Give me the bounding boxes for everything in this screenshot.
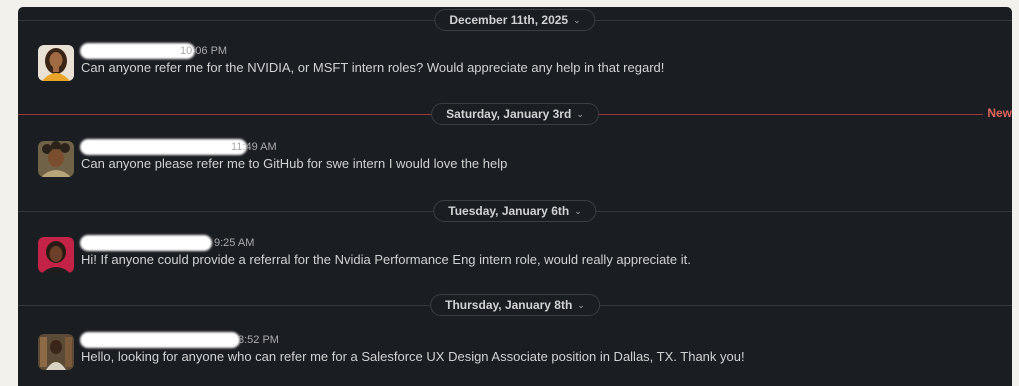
- date-divider: Thursday, January 8th ⌄: [18, 294, 1012, 316]
- message-item[interactable]: 9:25 AM Hi! If anyone could provide a re…: [38, 235, 1012, 277]
- avatar[interactable]: [38, 334, 74, 370]
- message-timestamp[interactable]: 3:52 PM: [238, 334, 279, 346]
- message-text: Hello, looking for anyone who can refer …: [81, 349, 745, 364]
- chevron-down-icon: ⌄: [576, 109, 584, 119]
- message-text: Hi! If anyone could provide a referral f…: [81, 252, 691, 267]
- chevron-down-icon: ⌄: [577, 300, 585, 310]
- avatar[interactable]: [38, 141, 74, 177]
- message-timestamp[interactable]: 9:25 AM: [214, 237, 254, 249]
- date-jump-button[interactable]: Saturday, January 3rd ⌄: [431, 103, 599, 125]
- date-label: Thursday, January 8th: [445, 298, 573, 312]
- date-jump-button[interactable]: December 11th, 2025 ⌄: [434, 9, 596, 31]
- avatar[interactable]: [38, 237, 74, 273]
- date-jump-button[interactable]: Thursday, January 8th ⌄: [430, 294, 600, 316]
- message-text: Can anyone please refer me to GitHub for…: [81, 156, 508, 171]
- message-text: Can anyone refer me for the NVIDIA, or M…: [81, 60, 665, 75]
- message-item[interactable]: 10:06 PM Can anyone refer me for the NVI…: [38, 43, 1012, 85]
- avatar[interactable]: [38, 45, 74, 81]
- redacted-username[interactable]: [80, 43, 195, 59]
- chevron-down-icon: ⌄: [574, 206, 582, 216]
- redacted-username[interactable]: [80, 332, 240, 348]
- date-divider: Saturday, January 3rd ⌄ New: [18, 103, 1012, 125]
- date-divider: Tuesday, January 6th ⌄: [18, 200, 1012, 222]
- date-label: Tuesday, January 6th: [448, 204, 570, 218]
- date-label: December 11th, 2025: [449, 13, 569, 27]
- message-timestamp[interactable]: 10:06 PM: [180, 45, 227, 57]
- message-timestamp[interactable]: 11:49 AM: [231, 141, 277, 153]
- new-messages-label: New: [983, 106, 1012, 120]
- message-list: December 11th, 2025 ⌄ 10:06 PM Can anyone…: [18, 7, 1012, 386]
- redacted-username[interactable]: [80, 139, 247, 155]
- chevron-down-icon: ⌄: [573, 15, 581, 25]
- date-divider: December 11th, 2025 ⌄: [18, 9, 1012, 31]
- date-jump-button[interactable]: Tuesday, January 6th ⌄: [433, 200, 597, 222]
- message-item[interactable]: 3:52 PM Hello, looking for anyone who ca…: [38, 332, 1012, 374]
- date-label: Saturday, January 3rd: [446, 107, 572, 121]
- redacted-username[interactable]: [80, 235, 212, 251]
- message-item[interactable]: 11:49 AM Can anyone please refer me to G…: [38, 139, 1012, 181]
